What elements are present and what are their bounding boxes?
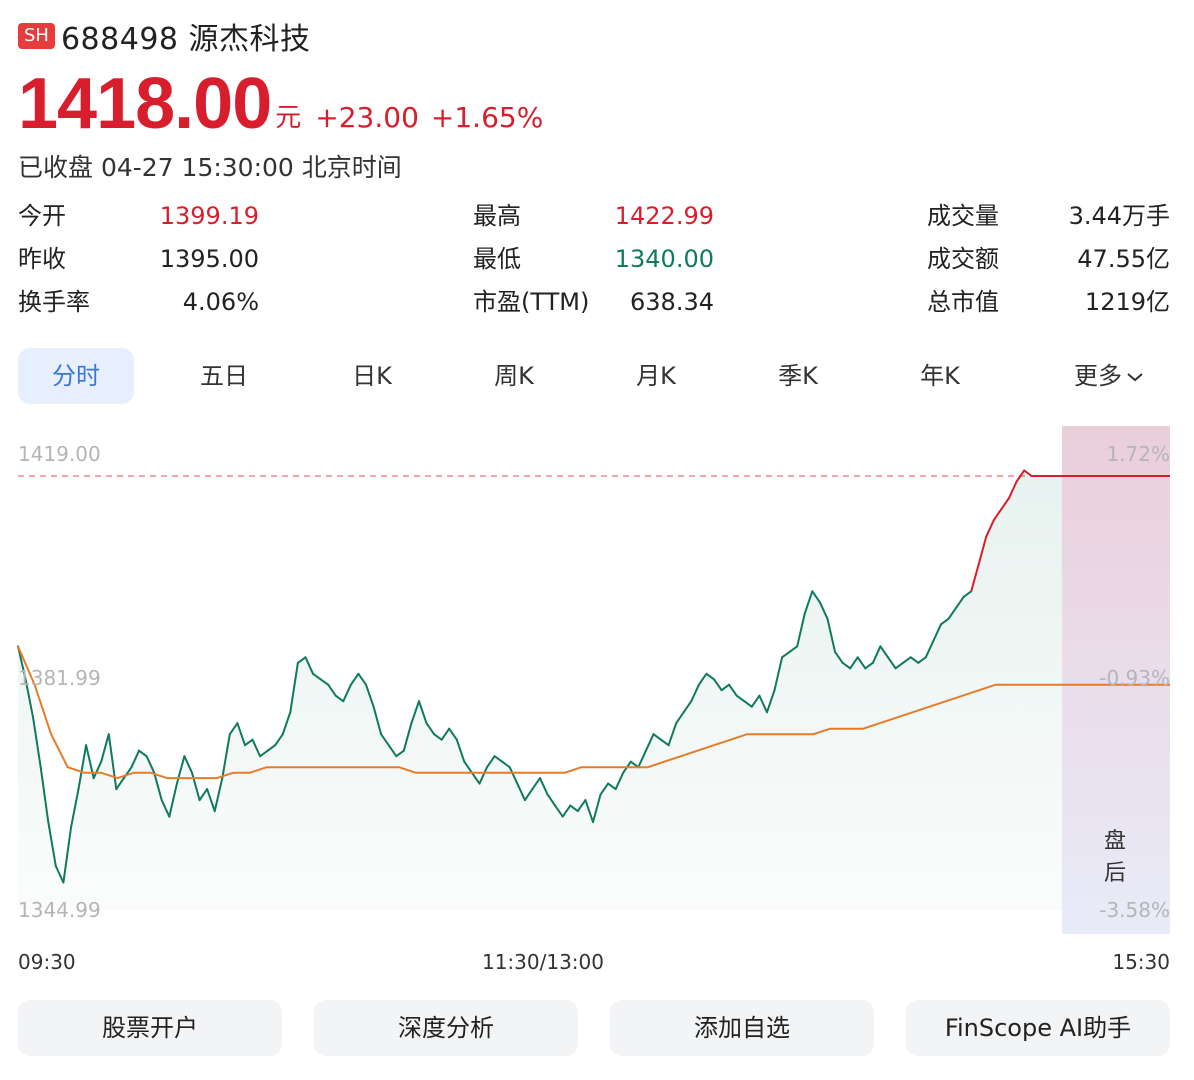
x-tick: 11:30/13:00: [482, 950, 604, 974]
stats-row: 昨收 1395.00 最低 1340.00 成交额 47.55亿: [18, 239, 1170, 282]
tab-five-day[interactable]: 五日: [166, 348, 282, 404]
stock-title: 688498 源杰科技: [60, 22, 311, 57]
y-tick-right: -0.93%: [1099, 666, 1170, 690]
tab-daily-k[interactable]: 日K: [314, 348, 430, 404]
chart-period-tabs: 分时 五日 日K 周K 月K 季K 年K 更多: [18, 348, 1170, 404]
stat-value: 1340.00: [614, 245, 714, 273]
tab-yearly-k[interactable]: 年K: [882, 348, 998, 404]
price-row: 1418.00 元 +23.00 +1.65%: [18, 62, 543, 140]
tab-quarterly-k[interactable]: 季K: [740, 348, 856, 404]
y-tick-right: 1.72%: [1106, 442, 1170, 466]
y-tick-left: 1419.00: [18, 442, 101, 466]
stat-value: 638.34: [630, 288, 714, 316]
y-tick-left: 1344.99: [18, 898, 101, 922]
tab-more[interactable]: 更多: [1048, 348, 1170, 404]
stat-value: 1219亿: [1084, 288, 1170, 316]
tab-weekly-k[interactable]: 周K: [456, 348, 572, 404]
stat-label: 市盈(TTM): [473, 288, 590, 316]
stat-label: 成交量: [927, 202, 999, 230]
price-unit: 元: [275, 103, 302, 133]
stat-value: 1399.19: [159, 202, 259, 230]
stats-grid: 今开 1399.19 最高 1422.99 成交量 3.44万手 昨收 1395…: [18, 196, 1170, 325]
price-change-percent: +1.65%: [430, 101, 544, 134]
stat-value: 47.55亿: [1077, 245, 1170, 273]
chart-canvas: 盘 后 1419.00 1381.99 1344.99 1.72% -0.93%…: [17, 426, 1170, 974]
exchange-badge: SH: [18, 23, 55, 49]
current-price: 1418.00: [18, 64, 272, 144]
price-area: [18, 470, 1062, 910]
y-tick-right: -3.58%: [1099, 898, 1170, 922]
stat-label: 换手率: [18, 288, 90, 316]
stats-row: 换手率 4.06% 市盈(TTM) 638.34 总市值 1219亿: [18, 282, 1170, 325]
stat-value: 3.44万手: [1068, 202, 1170, 230]
stat-label: 最低: [473, 245, 521, 273]
deep-analysis-button[interactable]: 深度分析: [314, 1000, 578, 1056]
stat-label: 总市值: [927, 288, 999, 316]
after-hours-label-bottom: 后: [1104, 861, 1126, 886]
stat-label: 昨收: [18, 245, 66, 273]
open-account-button[interactable]: 股票开户: [18, 1000, 282, 1056]
tab-monthly-k[interactable]: 月K: [598, 348, 714, 404]
action-bar: 股票开户 深度分析 添加自选 FinScope AI助手: [18, 1000, 1170, 1056]
stat-label: 今开: [18, 202, 66, 230]
stat-label: 最高: [473, 202, 521, 230]
tab-intraday[interactable]: 分时: [18, 348, 134, 404]
stat-value: 1395.00: [159, 245, 259, 273]
add-watchlist-button[interactable]: 添加自选: [610, 1000, 874, 1056]
tab-more-label: 更多: [1074, 362, 1122, 390]
stat-label: 成交额: [927, 245, 999, 273]
y-tick-left: 1381.99: [18, 666, 101, 690]
market-status: 已收盘 04-27 15:30:00 北京时间: [18, 153, 402, 182]
x-tick: 15:30: [1112, 950, 1170, 974]
stat-value: 1422.99: [614, 202, 714, 230]
stock-header: SH 688498 源杰科技: [18, 14, 311, 58]
price-change: +23.00: [315, 101, 419, 134]
stats-row: 今开 1399.19 最高 1422.99 成交量 3.44万手: [18, 196, 1170, 239]
after-hours-label-top: 盘: [1104, 829, 1126, 854]
ai-assistant-button[interactable]: FinScope AI助手: [906, 1000, 1170, 1056]
intraday-chart[interactable]: 盘 后 1419.00 1381.99 1344.99 1.72% -0.93%…: [0, 420, 1194, 980]
chevron-down-icon: [1127, 373, 1143, 382]
x-tick: 09:30: [18, 950, 76, 974]
stat-value: 4.06%: [182, 288, 259, 316]
